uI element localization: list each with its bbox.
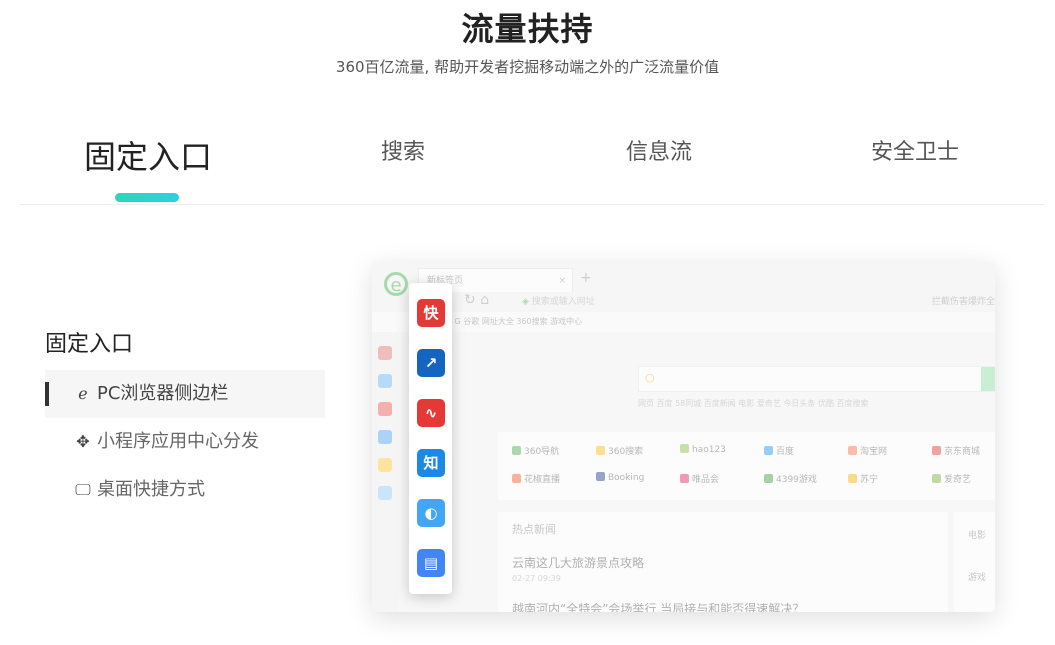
section-title: 固定入口 [45, 332, 134, 357]
site-icon [680, 474, 689, 483]
site-label: 4399游戏 [776, 475, 817, 485]
address-bar: ◈ 搜索或输入网址 [522, 294, 595, 307]
site-link: Booking [596, 472, 644, 483]
shield-icon: ◈ [522, 297, 529, 307]
tab-security-guard[interactable]: 安全卫士 [815, 134, 1015, 166]
menu-item-label: PC浏览器侧边栏 [97, 383, 229, 404]
movie-link: 电影 [968, 531, 987, 541]
site-link: 4399游戏 [764, 472, 817, 485]
browser-logo-icon: e [384, 272, 408, 296]
site-link: 花椒直播 [512, 472, 560, 485]
site-label: 淘宝网 [860, 447, 888, 457]
site-label: 苏宁 [860, 475, 879, 485]
site-label: 百度 [776, 447, 795, 457]
desktop-icon: 🖵 [75, 480, 91, 499]
sidebar-app-icon [378, 374, 392, 388]
page-title: 流量扶持 [461, 10, 594, 48]
site-icon [932, 474, 941, 483]
site-icon [512, 474, 521, 483]
ie-browser-icon: ℯ [78, 384, 88, 403]
sidebar-app-icon [378, 402, 392, 416]
feature-tabs: 固定入口 搜索 信息流 安全卫士 [20, 120, 1044, 205]
game-link: 游戏 [968, 573, 987, 583]
home-icon: ⌂ [480, 292, 490, 308]
doc-app-icon[interactable]: ▤ [417, 549, 445, 577]
site-label: 唯品会 [692, 475, 720, 485]
news-title: 热点新闻 [512, 523, 556, 536]
toolbar-right-text: 拦截伤害爆炸全 [931, 297, 995, 307]
tab-feed[interactable]: 信息流 [559, 134, 759, 166]
site-label: 360搜索 [608, 447, 644, 457]
search-button [981, 367, 995, 391]
site-link: 360导航 [512, 444, 559, 457]
news-date: 02-27 09:39 [512, 574, 561, 583]
chart-app-icon[interactable]: ∿ [417, 399, 445, 427]
site-icon [764, 474, 773, 483]
menu-item-pc-sidebar[interactable]: ℯ PC浏览器侧边栏 [45, 370, 325, 418]
site-icon [596, 472, 605, 481]
tab-fixed-entry[interactable]: 固定入口 [48, 132, 248, 178]
active-tab-indicator [115, 193, 179, 202]
site-icon [932, 446, 941, 455]
browser-side-panel: 电影 游戏 [954, 512, 995, 612]
sidebar-app-icon [378, 486, 392, 500]
stock-app-icon[interactable]: ↗ [417, 349, 445, 377]
sidebar-popup: 快 ↗ ∿ 知 ◐ ▤ [409, 283, 452, 594]
sidebar-app-icon [378, 346, 392, 360]
site-link: 淘宝网 [848, 444, 887, 457]
browser-topbar: e 新标签页 × + ↻ ⌂ ◈ 搜索或输入网址 拦截伤害爆炸全 [372, 262, 995, 312]
menu-item-app-center[interactable]: ✥ 小程序应用中心分发 [45, 418, 325, 466]
kuai-app-icon[interactable]: 快 [417, 299, 445, 327]
site-icon [848, 474, 857, 483]
site-grid: 360导航 360搜索 hao123 百度 淘宝网 京东商城花椒直播 Booking 唯品会 4… [498, 432, 995, 500]
site-label: 花椒直播 [524, 475, 561, 485]
menu-item-desktop-shortcut[interactable]: 🖵 桌面快捷方式 [45, 466, 325, 514]
site-link: 唯品会 [680, 472, 719, 485]
site-label: hao123 [692, 445, 726, 455]
site-link: 爱奇艺 [932, 472, 971, 485]
site-icon [680, 444, 689, 453]
news-headline: 云南这几大旅游景点攻略 [512, 556, 645, 570]
entry-menu: ℯ PC浏览器侧边栏 ✥ 小程序应用中心分发 🖵 桌面快捷方式 [45, 370, 325, 514]
sidebar-app-icon [378, 430, 392, 444]
close-icon: × [558, 276, 566, 286]
site-label: 京东商城 [944, 447, 981, 457]
browser-sidebar [372, 332, 398, 612]
sidebar-app-icon [378, 458, 392, 472]
app-center-icon: ✥ [76, 432, 90, 451]
site-icon [764, 446, 773, 455]
site-icon [596, 446, 605, 455]
site-label: 爱奇艺 [944, 475, 972, 485]
page-header: 流量扶持 360百亿流量, 帮助开发者挖掘移动端之外的广泛流量价值 [0, 8, 1055, 77]
search-links: 网页 百度 58同城 百度新闻 电影 爱奇艺 今日头条 优酷 百度搜索 [638, 399, 869, 408]
address-placeholder: 搜索或输入网址 [531, 297, 595, 307]
site-link: 百度 [764, 444, 794, 457]
browser-preview: e 新标签页 × + ↻ ⌂ ◈ 搜索或输入网址 拦截伤害爆炸全 手机收藏夹 G… [372, 262, 995, 612]
zhihu-app-icon[interactable]: 知 [417, 449, 445, 477]
new-tab-icon: + [580, 270, 592, 286]
nav-buttons: ↻ ⌂ [464, 292, 489, 308]
site-label: 360导航 [524, 447, 560, 457]
site-label: Booking [608, 473, 645, 483]
search-logo-icon: ○ [645, 371, 655, 384]
menu-item-label: 桌面快捷方式 [97, 479, 205, 500]
site-icon [512, 446, 521, 455]
site-icon [848, 446, 857, 455]
news-headline-2: 越南河内“全特会”会场举行 当局接与和能否得速解决？ [512, 602, 805, 612]
menu-item-label: 小程序应用中心分发 [97, 431, 259, 452]
site-link: 360搜索 [596, 444, 643, 457]
news-panel: 热点新闻 云南这几大旅游景点攻略 02-27 09:39 越南河内“全特会”会场… [498, 512, 948, 612]
tab-search[interactable]: 搜索 [303, 134, 503, 166]
refresh-icon: ↻ [464, 292, 476, 308]
browser-app-icon[interactable]: ◐ [417, 499, 445, 527]
page-subtitle: 360百亿流量, 帮助开发者挖掘移动端之外的广泛流量价值 [335, 58, 720, 76]
site-link: 苏宁 [848, 472, 878, 485]
browser-search-box: ○ [638, 366, 995, 392]
site-link: hao123 [680, 444, 726, 455]
site-link: 京东商城 [932, 444, 980, 457]
